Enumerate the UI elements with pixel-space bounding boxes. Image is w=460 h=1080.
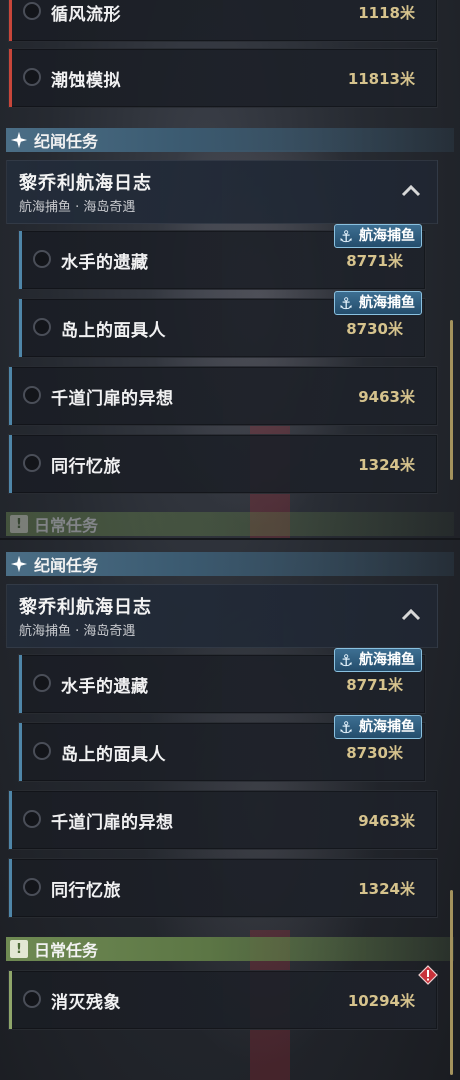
track-toggle-circle[interactable] (33, 250, 51, 268)
quest-title: 同行忆旅 (51, 881, 121, 901)
tag-label: 航海捕鱼 (359, 652, 415, 668)
quest-title: 消灭残象 (51, 993, 121, 1013)
quest-title: 千道门扉的异想 (51, 389, 174, 409)
quest-list-panel-bottom: 纪闻任务 黎乔利航海日志 航海捕鱼 · 海岛奇遇 水手的遗藏 8771米 ⚓ 航… (0, 540, 460, 1080)
sparkle-icon (10, 555, 28, 573)
quest-title: 水手的遗藏 (61, 253, 149, 273)
chevron-up-icon[interactable] (401, 607, 421, 621)
quest-distance: 11813米 (347, 70, 415, 88)
tag-label: 航海捕鱼 (359, 228, 415, 244)
track-toggle-circle[interactable] (23, 2, 41, 20)
track-toggle-circle[interactable] (23, 386, 41, 404)
quest-tag: ⚓ 航海捕鱼 (334, 715, 422, 739)
quest-title: 千道门扉的异想 (51, 813, 174, 833)
quest-row[interactable]: 循风流形 1118米 (8, 0, 438, 42)
quest-stripe (9, 859, 12, 917)
quest-stripe (19, 231, 22, 289)
quest-group-header[interactable]: 黎乔利航海日志 航海捕鱼 · 海岛奇遇 (6, 160, 438, 224)
group-subtitle: 航海捕鱼 · 海岛奇遇 (19, 200, 136, 215)
anchor-icon: ⚓ (339, 651, 354, 670)
track-toggle-circle[interactable] (23, 68, 41, 86)
quest-title: 循风流形 (51, 5, 121, 25)
quest-stripe (9, 435, 12, 493)
section-header-story[interactable]: 纪闻任务 (6, 128, 454, 152)
quest-stripe (9, 971, 12, 1029)
scrollbar-thumb[interactable] (450, 890, 453, 1075)
quest-group-header[interactable]: 黎乔利航海日志 航海捕鱼 · 海岛奇遇 (6, 584, 438, 648)
track-toggle-circle[interactable] (23, 878, 41, 896)
quest-row[interactable]: 消灭残象 10294米 (8, 970, 438, 1030)
quest-row[interactable]: 潮蚀模拟 11813米 (8, 48, 438, 108)
quest-stripe (9, 791, 12, 849)
group-title: 黎乔利航海日志 (19, 173, 152, 194)
group-title: 黎乔利航海日志 (19, 597, 152, 618)
quest-title: 水手的遗藏 (61, 677, 149, 697)
quest-distance: 9463米 (358, 388, 415, 406)
quest-title: 潮蚀模拟 (51, 71, 121, 91)
quest-stripe (19, 723, 22, 781)
quest-distance: 1118米 (358, 4, 415, 22)
tag-label: 航海捕鱼 (359, 719, 415, 735)
quest-stripe (19, 655, 22, 713)
exclamation-icon: ! (10, 515, 28, 533)
track-toggle-circle[interactable] (23, 454, 41, 472)
quest-distance: 10294米 (347, 992, 415, 1010)
quest-row[interactable]: 同行忆旅 1324米 (8, 434, 438, 494)
quest-tag: ⚓ 航海捕鱼 (334, 224, 422, 248)
track-toggle-circle[interactable] (33, 742, 51, 760)
quest-list-panel-top: 循风流形 1118米 潮蚀模拟 11813米 纪闻任务 黎乔利航海日志 航海捕鱼… (0, 0, 460, 540)
track-toggle-circle[interactable] (33, 318, 51, 336)
quest-distance: 1324米 (358, 880, 415, 898)
group-subtitle: 航海捕鱼 · 海岛奇遇 (19, 624, 136, 639)
anchor-icon: ⚓ (339, 227, 354, 246)
section-label: 纪闻任务 (34, 132, 99, 151)
quest-stripe (9, 0, 12, 41)
quest-tag: ⚓ 航海捕鱼 (334, 291, 422, 315)
section-label: 日常任务 (34, 941, 99, 960)
section-header-daily[interactable]: ! 日常任务 (6, 937, 454, 961)
quest-distance: 8771米 (346, 252, 403, 270)
quest-distance: 1324米 (358, 456, 415, 474)
exclamation-icon: ! (10, 940, 28, 958)
scrollbar-thumb[interactable] (450, 320, 453, 480)
quest-stripe (9, 367, 12, 425)
quest-title: 岛上的面具人 (61, 321, 166, 341)
anchor-icon: ⚓ (339, 718, 354, 737)
section-label: 日常任务 (34, 516, 99, 535)
quest-title: 岛上的面具人 (61, 745, 166, 765)
tag-label: 航海捕鱼 (359, 295, 415, 311)
quest-row[interactable]: 千道门扉的异想 9463米 (8, 366, 438, 426)
quest-row[interactable]: 同行忆旅 1324米 (8, 858, 438, 918)
quest-title: 同行忆旅 (51, 457, 121, 477)
sparkle-icon (10, 131, 28, 149)
alert-diamond-icon (418, 965, 438, 985)
quest-distance: 9463米 (358, 812, 415, 830)
track-toggle-circle[interactable] (33, 674, 51, 692)
quest-row[interactable]: 千道门扉的异想 9463米 (8, 790, 438, 850)
anchor-icon: ⚓ (339, 294, 354, 313)
section-label: 纪闻任务 (34, 556, 99, 575)
chevron-up-icon[interactable] (401, 183, 421, 197)
quest-stripe (9, 49, 12, 107)
track-toggle-circle[interactable] (23, 990, 41, 1008)
section-header-story[interactable]: 纪闻任务 (6, 552, 454, 576)
section-header-daily-partial: ! 日常任务 (6, 512, 454, 536)
quest-distance: 8771米 (346, 676, 403, 694)
track-toggle-circle[interactable] (23, 810, 41, 828)
quest-distance: 8730米 (346, 320, 403, 338)
quest-stripe (19, 299, 22, 357)
quest-distance: 8730米 (346, 744, 403, 762)
quest-tag: ⚓ 航海捕鱼 (334, 648, 422, 672)
